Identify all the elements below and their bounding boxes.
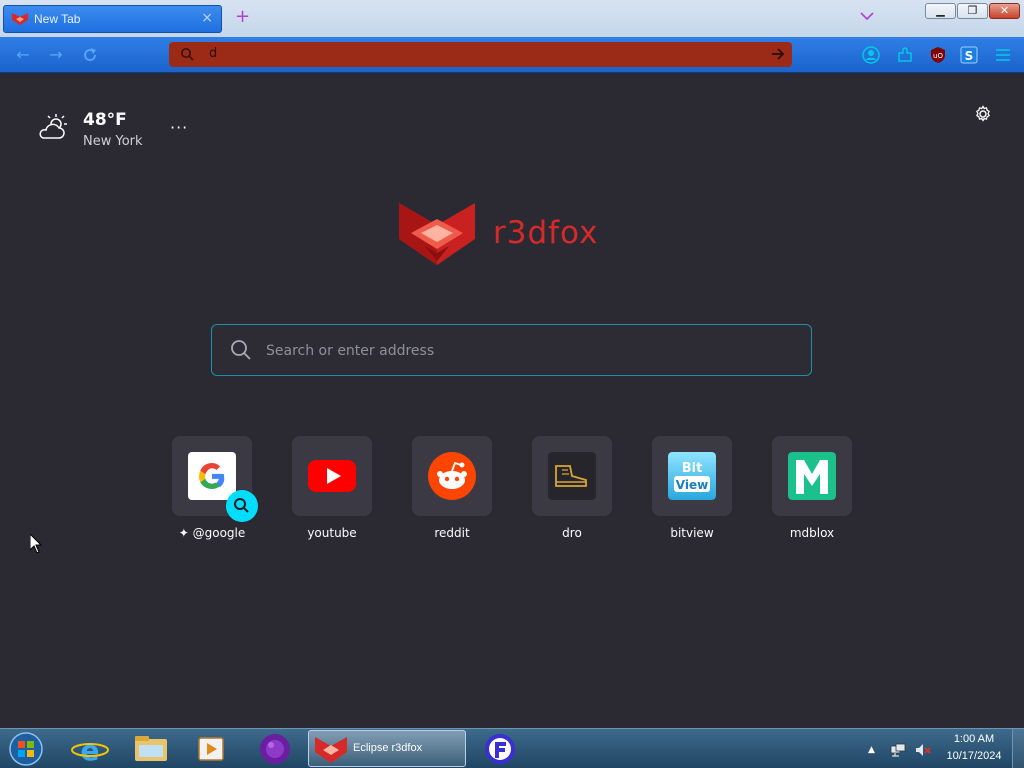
clock-date[interactable]: 10/17/2024 <box>941 750 1007 762</box>
stylus-extension-icon[interactable]: S <box>960 46 978 64</box>
shortcut-label: mdblox <box>789 526 835 540</box>
new-tab-button[interactable]: + <box>235 8 250 26</box>
media-player-icon[interactable] <box>187 731 235 767</box>
shortcut-label: reddit <box>434 526 470 540</box>
svg-text:uO: uO <box>933 52 943 60</box>
r3dfox-icon <box>315 737 347 763</box>
show-hidden-icons-button[interactable]: ▲ <box>868 745 884 761</box>
youtube-icon <box>308 460 356 492</box>
chevron-down-icon[interactable] <box>859 10 875 22</box>
forward-arrow-icon[interactable]: → <box>47 46 65 64</box>
bitview-icon: Bit View <box>668 452 716 500</box>
tab-title: New Tab <box>34 12 81 26</box>
search-icon <box>234 498 249 513</box>
r3dfox-favicon-icon <box>12 13 28 25</box>
search-icon <box>181 48 194 61</box>
shortcut-youtube[interactable] <box>292 436 372 516</box>
url-input[interactable]: d <box>209 46 217 61</box>
weather-options-button[interactable]: ··· <box>170 118 188 137</box>
purple-app-icon[interactable] <box>251 731 299 767</box>
gear-icon[interactable] <box>973 104 993 124</box>
partly-cloudy-icon <box>39 114 67 139</box>
windows-start-icon[interactable] <box>4 731 48 767</box>
mdblox-icon <box>788 452 836 500</box>
r3dfox-wordmark: r3dfox <box>493 215 599 251</box>
shortcut-mdblox[interactable] <box>772 436 852 516</box>
reddit-icon <box>428 452 476 500</box>
internet-explorer-icon[interactable]: e <box>66 731 114 767</box>
search-icon <box>231 340 251 360</box>
minimize-button[interactable]: ▁ <box>925 3 956 19</box>
shortcut-label: dro <box>562 526 582 540</box>
svg-text:Bit: Bit <box>682 461 703 476</box>
close-tab-icon[interactable]: × <box>201 10 213 26</box>
go-arrow-icon[interactable] <box>770 46 786 62</box>
shortcut-label: bitview <box>670 526 714 540</box>
svg-text:View: View <box>676 478 708 492</box>
url-bar[interactable]: d <box>169 42 792 67</box>
navigation-toolbar: ← → d uO S <box>0 37 1024 73</box>
restore-button[interactable]: ❐ <box>957 3 988 19</box>
file-explorer-icon[interactable] <box>127 731 175 767</box>
reload-icon[interactable] <box>81 46 99 64</box>
weather-location: New York <box>83 134 143 149</box>
search-input[interactable] <box>264 339 788 363</box>
taskbar-window-title: Eclipse r3dfox <box>353 742 423 754</box>
tab-new-tab[interactable]: New Tab × <box>3 5 222 33</box>
shortcut-label: ✦ @google <box>178 526 246 540</box>
shortcut-dro[interactable] <box>532 436 612 516</box>
ublock-origin-icon[interactable]: uO <box>929 46 947 64</box>
sparkle-icon: ✦ <box>178 526 189 540</box>
account-icon[interactable] <box>862 46 880 64</box>
svg-text:S: S <box>965 49 974 63</box>
svg-text:e: e <box>81 734 100 767</box>
boot-icon <box>548 452 596 500</box>
taskbar-window-r3dfox[interactable]: Eclipse r3dfox <box>308 730 466 767</box>
extensions-icon[interactable] <box>896 46 914 64</box>
shortcut-reddit[interactable] <box>412 436 492 516</box>
mouse-cursor-icon <box>30 534 42 554</box>
show-desktop-button[interactable] <box>1012 729 1024 768</box>
r3dfox-logo-icon <box>399 203 475 265</box>
hamburger-menu-icon[interactable] <box>994 46 1012 64</box>
clock-time[interactable]: 1:00 AM <box>946 733 1002 745</box>
shortcut-label: youtube <box>307 526 357 540</box>
title-bar: New Tab × + ▁ ❐ ✕ <box>0 0 1024 37</box>
volume-muted-icon[interactable] <box>915 742 931 758</box>
back-arrow-icon[interactable]: ← <box>14 46 32 64</box>
weather-temperature: 48°F <box>83 110 127 130</box>
search-shortcut-badge[interactable] <box>226 490 258 522</box>
search-box[interactable] <box>211 324 812 376</box>
floorp-app-icon[interactable] <box>476 731 524 767</box>
shortcut-bitview[interactable]: Bit View <box>652 436 732 516</box>
close-window-button[interactable]: ✕ <box>989 3 1020 19</box>
network-icon[interactable] <box>890 742 906 758</box>
